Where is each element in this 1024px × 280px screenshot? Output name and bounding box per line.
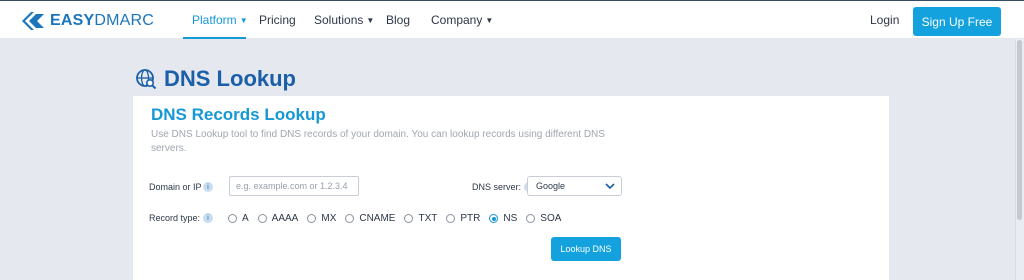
record-type-label: Record type: (149, 213, 201, 223)
nav-item-pricing[interactable]: Pricing (259, 13, 296, 27)
dns-lookup-card: DNS Records Lookup Use DNS Lookup tool t… (133, 96, 889, 280)
top-navbar: EASYDMARC Platform ▼ Pricing Solutions ▼ B… (0, 0, 1024, 39)
radio-label: CNAME (359, 213, 396, 224)
radio-label: AAAA (271, 213, 299, 224)
scrollbar-thumb[interactable] (1017, 40, 1022, 220)
lookup-dns-button[interactable]: Lookup DNS (551, 237, 621, 261)
radio-circle[interactable] (257, 214, 267, 223)
radio-mx[interactable]: MX (307, 213, 336, 224)
nav-item-label: Pricing (259, 13, 296, 27)
radio-ptr[interactable]: PTR (446, 213, 480, 224)
radio-circle[interactable] (228, 214, 237, 223)
caret-down-icon: ▼ (366, 16, 375, 25)
radio-circle[interactable] (307, 214, 317, 223)
radio-cname[interactable]: CNAME (345, 213, 395, 224)
radio-label: NS (503, 213, 518, 224)
radio-ns[interactable]: NS (489, 213, 517, 224)
radio-circle[interactable] (526, 214, 536, 223)
radio-label: MX (321, 213, 337, 224)
active-nav-indicator (183, 37, 246, 39)
dns-server-label: DNS server: (472, 182, 522, 192)
dns-globe-search-icon (136, 69, 157, 90)
radio-aaaa[interactable]: AAAA (257, 213, 299, 224)
card-description: Use DNS Lookup tool to find DNS records … (151, 129, 605, 154)
radio-label: TXT (418, 213, 438, 224)
caret-down-icon: ▼ (485, 16, 494, 25)
radio-label: PTR (460, 213, 481, 224)
caret-down-icon: ▼ (239, 16, 248, 25)
dns-server-value: Google (536, 181, 566, 191)
chevron-down-icon (605, 183, 615, 190)
record-type-radio-group: A AAAA MX CNAME TXT PTR NS SOA (228, 213, 570, 224)
brand-name: EASYDMARC (50, 12, 155, 29)
radio-a[interactable]: A (228, 213, 249, 224)
nav-item-label: Company (431, 13, 483, 27)
page-header: DNS Lookup (135, 66, 296, 92)
nav-item-solutions[interactable]: Solutions ▼ (314, 13, 374, 27)
radio-label: SOA (540, 213, 562, 224)
radio-label: A (242, 213, 249, 224)
domain-input[interactable] (229, 176, 359, 196)
nav-item-label: Solutions (314, 13, 364, 27)
radio-txt[interactable]: TXT (404, 213, 437, 224)
record-type-info-icon[interactable]: i (203, 213, 213, 223)
radio-circle[interactable] (446, 214, 456, 223)
radio-circle[interactable] (345, 214, 355, 223)
radio-circle[interactable] (404, 214, 414, 223)
page-title: DNS Lookup (164, 66, 296, 91)
login-link[interactable]: Login (870, 13, 899, 27)
domain-info-icon[interactable]: i (203, 182, 213, 192)
nav-item-company[interactable]: Company ▼ (431, 13, 493, 27)
domain-label: Domain or IP (149, 182, 202, 192)
easydmarc-logo-icon (22, 12, 44, 30)
nav-item-label: Blog (386, 13, 411, 27)
nav-item-blog[interactable]: Blog (386, 13, 410, 27)
nav-item-label: Platform (192, 13, 237, 27)
dns-server-select[interactable]: Google (527, 176, 622, 196)
brand-logo[interactable]: EASYDMARC (20, 9, 154, 33)
radio-soa[interactable]: SOA (526, 213, 561, 224)
radio-circle-selected[interactable] (489, 214, 499, 223)
nav-item-platform[interactable]: Platform ▼ (192, 13, 248, 27)
card-title: DNS Records Lookup (151, 105, 326, 124)
signup-button[interactable]: Sign Up Free (913, 7, 1001, 36)
